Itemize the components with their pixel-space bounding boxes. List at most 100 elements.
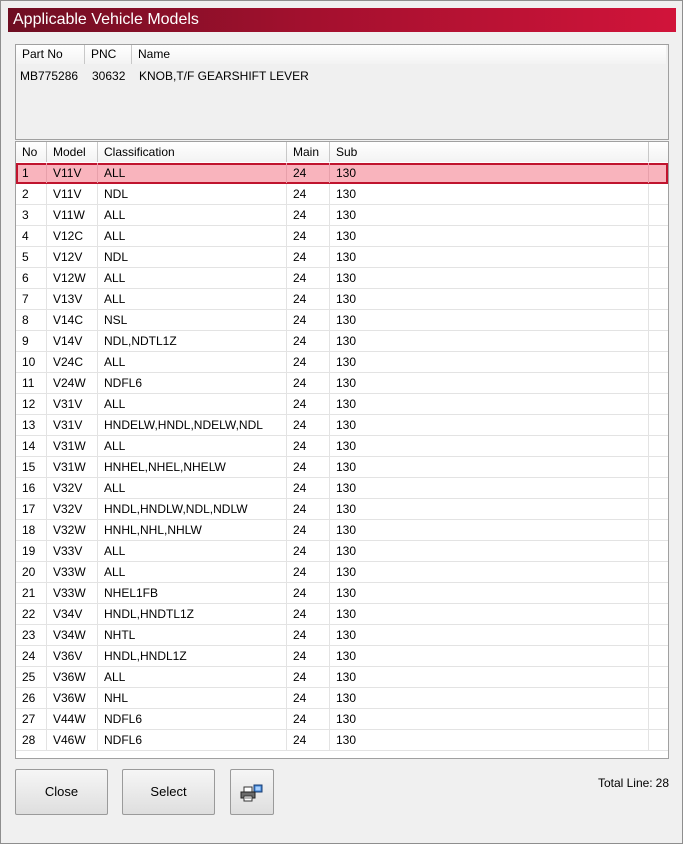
cell-filler (649, 310, 668, 330)
cell-classification: NHL (98, 688, 287, 708)
select-button[interactable]: Select (122, 769, 215, 815)
cell-sub: 130 (330, 373, 649, 393)
table-row[interactable]: 4 V12C ALL 24 130 (16, 226, 668, 247)
cell-main: 24 (287, 163, 330, 183)
cell-main: 24 (287, 499, 330, 519)
part-name-value: KNOB,T/F GEARSHIFT LEVER (139, 69, 309, 83)
header-part-no[interactable]: Part No (16, 45, 85, 64)
column-sub[interactable]: Sub (330, 142, 649, 162)
cell-classification: ALL (98, 226, 287, 246)
cell-main: 24 (287, 709, 330, 729)
table-row[interactable]: 26 V36W NHL 24 130 (16, 688, 668, 709)
vehicle-models-table: No Model Classification Main Sub 1 V11V AL… (15, 141, 669, 759)
table-row[interactable]: 5 V12V NDL 24 130 (16, 247, 668, 268)
table-row[interactable]: 15 V31W HNHEL,NHEL,NHELW 24 130 (16, 457, 668, 478)
cell-classification: NDFL6 (98, 373, 287, 393)
column-no[interactable]: No (16, 142, 47, 162)
cell-sub: 130 (330, 457, 649, 477)
table-row[interactable]: 22 V34V HNDL,HNDTL1Z 24 130 (16, 604, 668, 625)
table-row[interactable]: 7 V13V ALL 24 130 (16, 289, 668, 310)
cell-classification: NDL (98, 184, 287, 204)
pnc-value: 30632 (92, 69, 126, 83)
total-line: Total Line: 28 (561, 776, 669, 790)
cell-sub: 130 (330, 478, 649, 498)
table-row[interactable]: 6 V12W ALL 24 130 (16, 268, 668, 289)
table-row[interactable]: 21 V33W NHEL1FB 24 130 (16, 583, 668, 604)
cell-model: V36W (47, 688, 98, 708)
table-row[interactable]: 27 V44W NDFL6 24 130 (16, 709, 668, 730)
table-row[interactable]: 23 V34W NHTL 24 130 (16, 625, 668, 646)
table-row[interactable]: 12 V31V ALL 24 130 (16, 394, 668, 415)
cell-main: 24 (287, 457, 330, 477)
cell-no: 1 (16, 163, 47, 183)
cell-no: 24 (16, 646, 47, 666)
cell-sub: 130 (330, 268, 649, 288)
cell-sub: 130 (330, 436, 649, 456)
cell-no: 4 (16, 226, 47, 246)
table-header: No Model Classification Main Sub (16, 142, 668, 162)
part-no-value: MB775286 (20, 69, 79, 83)
table-row[interactable]: 10 V24C ALL 24 130 (16, 352, 668, 373)
table-row[interactable]: 8 V14C NSL 24 130 (16, 310, 668, 331)
cell-main: 24 (287, 541, 330, 561)
cell-model: V32V (47, 499, 98, 519)
cell-no: 7 (16, 289, 47, 309)
column-classification[interactable]: Classification (98, 142, 287, 162)
header-pnc[interactable]: PNC (85, 45, 132, 64)
cell-filler (649, 352, 668, 372)
cell-main: 24 (287, 394, 330, 414)
table-row[interactable]: 3 V11W ALL 24 130 (16, 205, 668, 226)
cell-classification: ALL (98, 541, 287, 561)
table-body: 1 V11V ALL 24 130 2 V11V NDL 24 130 3 V11W ALL 24 130 4… (16, 163, 668, 751)
table-row[interactable]: 19 V33V ALL 24 130 (16, 541, 668, 562)
table-row[interactable]: 13 V31V HNDELW,HNDL,NDELW,NDL 24 130 (16, 415, 668, 436)
cell-model: V14V (47, 331, 98, 351)
cell-no: 23 (16, 625, 47, 645)
cell-classification: ALL (98, 352, 287, 372)
table-row[interactable]: 9 V14V NDL,NDTL1Z 24 130 (16, 331, 668, 352)
column-main[interactable]: Main (287, 142, 330, 162)
print-button[interactable] (230, 769, 274, 815)
cell-filler (649, 205, 668, 225)
cell-filler (649, 226, 668, 246)
table-row[interactable]: 14 V31W ALL 24 130 (16, 436, 668, 457)
close-button[interactable]: Close (15, 769, 108, 815)
cell-model: V13V (47, 289, 98, 309)
cell-classification: NHTL (98, 625, 287, 645)
table-row[interactable]: 20 V33W ALL 24 130 (16, 562, 668, 583)
table-row[interactable]: 16 V32V ALL 24 130 (16, 478, 668, 499)
table-row-selected[interactable]: 1 V11V ALL 24 130 (16, 163, 668, 184)
cell-main: 24 (287, 310, 330, 330)
cell-filler (649, 331, 668, 351)
cell-model: V32W (47, 520, 98, 540)
cell-sub: 130 (330, 562, 649, 582)
applicable-models-window: Applicable Vehicle Models Part No PNC Na… (0, 0, 683, 844)
cell-sub: 130 (330, 415, 649, 435)
cell-no: 20 (16, 562, 47, 582)
cell-no: 27 (16, 709, 47, 729)
cell-sub: 130 (330, 394, 649, 414)
cell-filler (649, 163, 668, 183)
table-row[interactable]: 25 V36W ALL 24 130 (16, 667, 668, 688)
cell-filler (649, 415, 668, 435)
cell-main: 24 (287, 226, 330, 246)
table-row[interactable]: 24 V36V HNDL,HNDL1Z 24 130 (16, 646, 668, 667)
cell-filler (649, 583, 668, 603)
cell-classification: NDL (98, 247, 287, 267)
cell-filler (649, 646, 668, 666)
table-row[interactable]: 2 V11V NDL 24 130 (16, 184, 668, 205)
cell-sub: 130 (330, 163, 649, 183)
column-filler (649, 142, 668, 162)
table-row[interactable]: 17 V32V HNDL,HNDLW,NDL,NDLW 24 130 (16, 499, 668, 520)
header-name[interactable]: Name (132, 45, 666, 64)
cell-filler (649, 247, 668, 267)
table-row[interactable]: 28 V46W NDFL6 24 130 (16, 730, 668, 751)
part-info-row[interactable]: MB775286 30632 KNOB,T/F GEARSHIFT LEVER (16, 67, 666, 85)
table-row[interactable]: 18 V32W HNHL,NHL,NHLW 24 130 (16, 520, 668, 541)
cell-classification: ALL (98, 205, 287, 225)
cell-sub: 130 (330, 625, 649, 645)
table-row[interactable]: 11 V24W NDFL6 24 130 (16, 373, 668, 394)
cell-main: 24 (287, 415, 330, 435)
column-model[interactable]: Model (47, 142, 98, 162)
cell-classification: HNDELW,HNDL,NDELW,NDL (98, 415, 287, 435)
